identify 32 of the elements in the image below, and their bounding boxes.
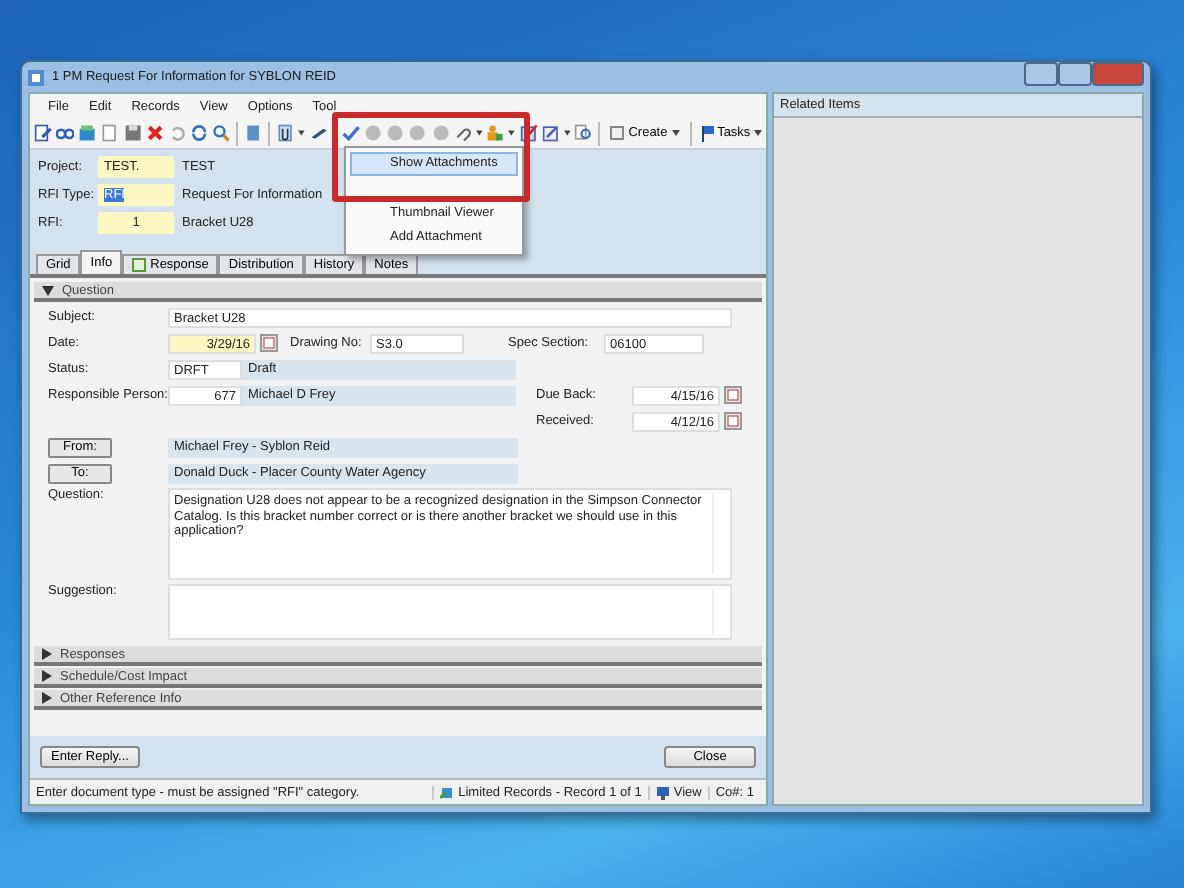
paperclip-icon[interactable]: [276, 122, 295, 144]
save-icon[interactable]: [123, 122, 142, 144]
document-search-icon[interactable]: [574, 122, 593, 144]
edit-form-icon[interactable]: [541, 122, 560, 144]
calendar-icon[interactable]: [260, 334, 278, 352]
folder-icon[interactable]: [78, 122, 97, 144]
caret-icon: [475, 130, 483, 136]
monitor-icon: [655, 785, 670, 799]
link-icon[interactable]: [453, 122, 472, 144]
edit-document-icon[interactable]: [34, 122, 53, 144]
caret-icon: [508, 130, 516, 136]
page-icon[interactable]: [100, 122, 120, 144]
delete-icon[interactable]: [145, 122, 164, 144]
flag-icon: [701, 125, 714, 141]
caret-icon: [671, 130, 680, 136]
edit-form-icon[interactable]: [519, 122, 538, 144]
app-icon: [28, 69, 44, 85]
refresh-icon[interactable]: [189, 122, 209, 144]
expanded-triangle-icon: [42, 285, 54, 295]
undo-icon[interactable]: [167, 122, 186, 144]
first-record-icon[interactable]: [364, 122, 383, 144]
minimize-button[interactable]: [1024, 62, 1058, 86]
checkmark-icon[interactable]: [342, 122, 361, 144]
search-icon[interactable]: [212, 122, 231, 144]
people-icon[interactable]: [486, 122, 505, 144]
caret-icon: [754, 130, 763, 136]
caret-icon: [298, 130, 306, 136]
caret-icon: [563, 130, 571, 136]
next-record-icon[interactable]: [408, 122, 428, 144]
glasses-icon[interactable]: [56, 122, 75, 144]
previous-record-icon[interactable]: [386, 122, 405, 144]
maximize-button[interactable]: [1058, 62, 1092, 86]
